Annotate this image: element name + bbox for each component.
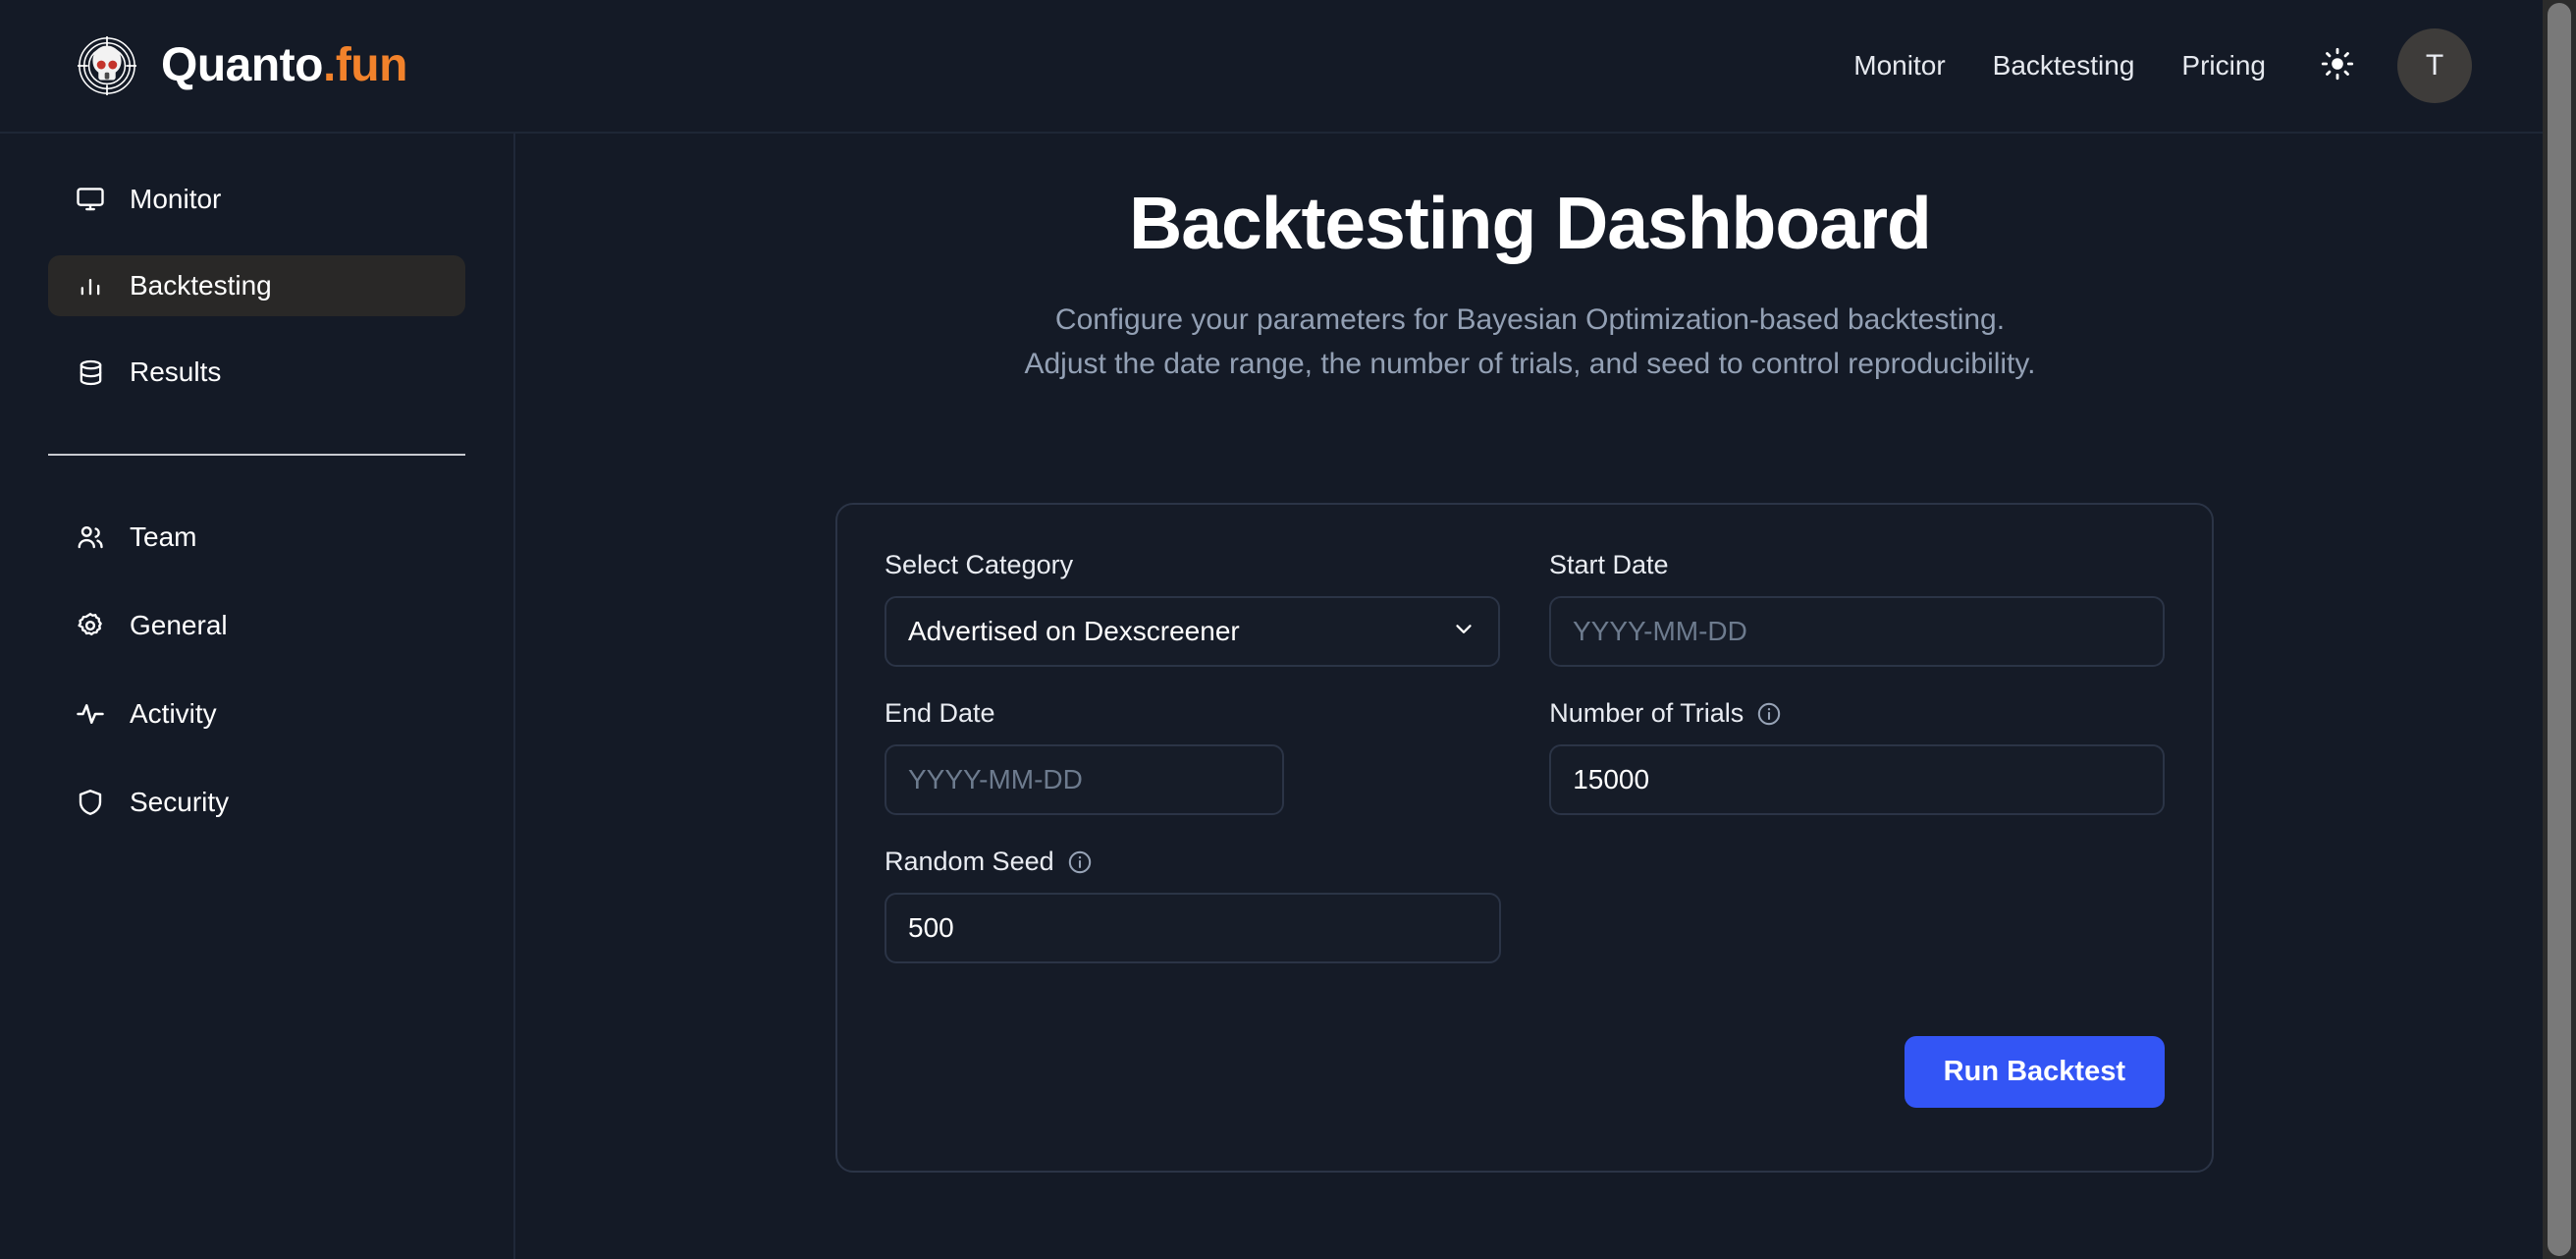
form-row-3: Random Seed 500 <box>885 847 2165 963</box>
sidebar-item-results[interactable]: Results <box>48 342 465 403</box>
sidebar-item-label-results: Results <box>130 356 222 387</box>
label-random-seed-text: Random Seed <box>885 847 1054 876</box>
skull-target-icon <box>77 35 137 96</box>
app-root: Quanto.fun Monitor Backtesting Pricing T… <box>0 0 2576 1259</box>
page-subtitle: Configure your parameters for Bayesian O… <box>517 298 2543 387</box>
backtest-config-card: Select Category Advertised on Dexscreene… <box>835 503 2214 1173</box>
field-start-date: Start Date YYYY-MM-DD <box>1549 550 2165 667</box>
label-number-of-trials-text: Number of Trials <box>1549 698 1744 728</box>
form-row-2: End Date YYYY-MM-DD Number of Trials 150… <box>885 698 2165 815</box>
page-subtitle-line1: Configure your parameters for Bayesian O… <box>1054 302 2006 336</box>
sidebar-item-backtesting[interactable]: Backtesting <box>48 255 465 316</box>
label-start-date: Start Date <box>1549 550 1669 579</box>
avatar[interactable]: T <box>2397 28 2472 103</box>
sidebar-item-monitor[interactable]: Monitor <box>48 169 465 230</box>
sidebar-item-label-backtesting: Backtesting <box>130 270 272 301</box>
top-header: Quanto.fun Monitor Backtesting Pricing T <box>0 0 2543 134</box>
random-seed-input[interactable]: 500 <box>885 893 1501 963</box>
random-seed-value: 500 <box>908 912 954 943</box>
sidebar-item-label-team: Team <box>130 521 197 552</box>
sidebar-item-general[interactable]: General <box>48 595 465 656</box>
avatar-initial: T <box>2425 49 2444 82</box>
sidebar: Monitor Backtesting Results Team General… <box>0 134 515 1259</box>
brand-name-suffix: .fun <box>322 39 407 91</box>
label-end-date: End Date <box>885 698 995 728</box>
end-date-input[interactable]: YYYY-MM-DD <box>885 744 1285 815</box>
sidebar-item-label-general: General <box>130 610 228 640</box>
brand-wordmark: Quanto.fun <box>161 42 407 89</box>
run-backtest-button[interactable]: Run Backtest <box>1904 1036 2165 1108</box>
info-circle-icon[interactable] <box>1756 701 1782 727</box>
field-select-category: Select Category Advertised on Dexscreene… <box>885 550 1500 667</box>
monitor-icon <box>75 184 106 215</box>
vertical-scrollbar-track[interactable] <box>2543 0 2576 1259</box>
shield-icon <box>75 787 106 818</box>
number-of-trials-value: 15000 <box>1573 764 1650 794</box>
chevron-down-icon <box>1451 616 1476 648</box>
bar-chart-icon <box>75 270 106 301</box>
field-random-seed: Random Seed 500 <box>885 847 1501 963</box>
label-random-seed: Random Seed <box>885 847 1501 877</box>
field-number-of-trials: Number of Trials 15000 <box>1549 698 2165 815</box>
vertical-scrollbar-thumb[interactable] <box>2548 3 2571 1256</box>
activity-pulse-icon <box>75 698 106 730</box>
start-date-input[interactable]: YYYY-MM-DD <box>1549 596 2165 667</box>
end-date-placeholder: YYYY-MM-DD <box>908 764 1083 794</box>
sidebar-item-label-monitor: Monitor <box>130 184 222 214</box>
info-circle-icon[interactable] <box>1067 849 1093 875</box>
sidebar-item-team[interactable]: Team <box>48 507 465 568</box>
database-icon <box>75 356 106 388</box>
card-actions: Run Backtest <box>1904 1036 2165 1108</box>
sidebar-item-activity[interactable]: Activity <box>48 684 465 744</box>
category-select[interactable]: Advertised on Dexscreener <box>885 596 1500 667</box>
topnav-item-monitor[interactable]: Monitor <box>1830 50 1968 82</box>
topnav-item-pricing[interactable]: Pricing <box>2158 50 2289 82</box>
label-number-of-trials: Number of Trials <box>1549 698 2165 729</box>
top-navigation: Monitor Backtesting Pricing T <box>1830 28 2472 103</box>
sidebar-secondary-group: Team General Activity Security <box>0 507 513 833</box>
gear-icon <box>75 610 106 641</box>
field-end-date: End Date YYYY-MM-DD <box>885 698 1285 815</box>
topnav-item-backtesting[interactable]: Backtesting <box>1969 50 2159 82</box>
theme-toggle-button[interactable] <box>2311 39 2364 92</box>
sidebar-item-label-activity: Activity <box>130 698 217 729</box>
sun-icon <box>2321 47 2354 85</box>
sidebar-item-label-security: Security <box>130 787 230 817</box>
sidebar-item-security[interactable]: Security <box>48 772 465 833</box>
page-viewport: Quanto.fun Monitor Backtesting Pricing T… <box>0 0 2543 1259</box>
brand-name-primary: Quanto <box>161 39 323 91</box>
sidebar-divider <box>48 454 465 456</box>
page-title: Backtesting Dashboard <box>1129 182 1932 264</box>
start-date-placeholder: YYYY-MM-DD <box>1573 616 1747 646</box>
brand-logo[interactable]: Quanto.fun <box>77 35 407 96</box>
form-row-1: Select Category Advertised on Dexscreene… <box>885 550 2165 667</box>
number-of-trials-input[interactable]: 15000 <box>1549 744 2165 815</box>
page-subtitle-line2: Adjust the date range, the number of tri… <box>1024 348 2036 381</box>
category-select-value: Advertised on Dexscreener <box>908 616 1240 646</box>
users-icon <box>75 521 106 553</box>
main-content: Backtesting Dashboard Configure your par… <box>517 134 2543 1259</box>
label-select-category: Select Category <box>885 550 1074 579</box>
